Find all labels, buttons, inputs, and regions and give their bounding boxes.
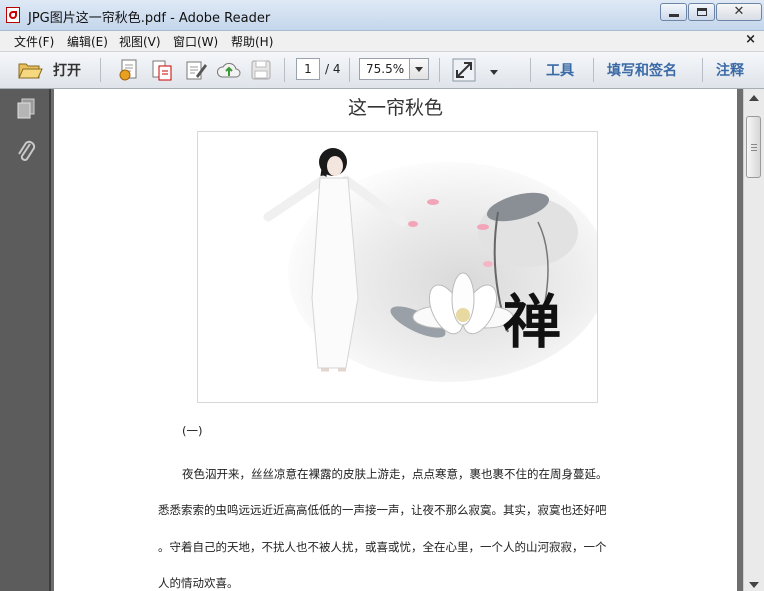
document-title: 这一帘秋色 (347, 97, 443, 119)
toolbar-separator (284, 58, 285, 82)
vertical-scrollbar[interactable] (743, 89, 764, 591)
close-button[interactable]: ✕ (716, 3, 762, 21)
page-number-input[interactable]: 1 (296, 58, 320, 80)
maximize-button[interactable] (688, 3, 715, 21)
edit-sign-icon[interactable] (184, 58, 208, 82)
maximize-icon (697, 8, 707, 16)
woman-lotus-illustration: 禅 (198, 132, 597, 402)
attachments-paperclip-icon[interactable] (16, 139, 38, 165)
open-button[interactable]: 打开 (53, 60, 81, 80)
illustration-image: 禅 (197, 131, 598, 403)
toolbar-separator (100, 58, 101, 82)
zoom-select[interactable]: 75.5% (359, 58, 429, 80)
paragraph-line: 夜色泅开来，丝丝凉意在裸露的皮肤上游走，点点寒意，裹也裹不住的在周身蔓延。 (182, 467, 608, 481)
toolbar-separator (702, 58, 703, 82)
tools-pane-button[interactable]: 工具 (546, 60, 574, 80)
grip-line (751, 144, 757, 145)
comment-pane-button[interactable]: 注释 (716, 60, 744, 80)
menu-view[interactable]: 视图(V) (119, 33, 161, 50)
grip-line (751, 150, 757, 151)
pdf-file-icon (6, 7, 20, 23)
more-tools-chevron-icon[interactable] (485, 62, 499, 76)
document-close-button[interactable]: × (745, 32, 756, 47)
minimize-button[interactable] (660, 3, 687, 21)
menu-bar: 文件(F) 编辑(E) 视图(V) 窗口(W) 帮助(H) × (0, 31, 764, 52)
close-icon: ✕ (733, 4, 745, 19)
menu-window[interactable]: 窗口(W) (173, 33, 218, 50)
minimize-icon (669, 14, 679, 17)
pdf-page: 这一帘秋色 禅 (一) 夜色泅开来，丝丝凉意在裸露的皮肤上游走，点点寒意，裹也裹… (54, 89, 737, 591)
page-total: / 4 (325, 62, 341, 76)
upload-cloud-icon[interactable] (216, 58, 242, 82)
scroll-down-arrow-icon[interactable] (749, 582, 759, 588)
grip-line (751, 147, 757, 148)
fit-page-icon[interactable] (452, 58, 476, 82)
menu-edit[interactable]: 编辑(E) (67, 33, 108, 50)
menu-file[interactable]: 文件(F) (14, 33, 54, 50)
scroll-up-arrow-icon[interactable] (749, 95, 759, 101)
open-folder-icon[interactable] (17, 58, 43, 82)
scrollbar-thumb[interactable] (746, 116, 761, 178)
chevron-down-icon[interactable] (409, 59, 428, 79)
document-view[interactable]: 这一帘秋色 禅 (一) 夜色泅开来，丝丝凉意在裸露的皮肤上游走，点点寒意，裹也裹… (51, 89, 742, 591)
toolbar-separator (530, 58, 531, 82)
paragraph-line: 悉悉索索的虫鸣远远近近高高低低的一声接一声，让夜不那么寂寞。其实，寂寞也还好吧 (158, 503, 607, 517)
fill-sign-pane-button[interactable]: 填写和签名 (607, 60, 677, 80)
paragraph-line: 人的情动欢喜。 (158, 576, 239, 590)
window-title: JPG图片这一帘秋色.pdf - Adobe Reader (28, 11, 271, 26)
create-pdf-icon[interactable] (117, 58, 141, 82)
title-bar: JPG图片这一帘秋色.pdf - Adobe Reader ✕ (0, 0, 764, 31)
page-thumbnails-icon[interactable] (15, 97, 37, 121)
zoom-value: 75.5% (366, 62, 405, 76)
toolbar-separator (593, 58, 594, 82)
toolbar-separator (439, 58, 440, 82)
toolbar: 打开 1 / 4 75.5% 工具 填写和签名 注释 (0, 52, 764, 89)
section-heading: (一) (182, 424, 203, 438)
toolbar-separator (349, 58, 350, 82)
convert-pdf-icon[interactable] (150, 58, 174, 82)
save-icon[interactable] (250, 58, 272, 82)
paragraph-line: 。守着自己的天地，不扰人也不被人扰，或喜或忧，全在心里，一个人的山河寂寂，一个 (158, 540, 607, 554)
calligraphy-character: 禅 (503, 288, 561, 356)
navigation-panel (0, 89, 51, 591)
menu-help[interactable]: 帮助(H) (231, 33, 273, 50)
